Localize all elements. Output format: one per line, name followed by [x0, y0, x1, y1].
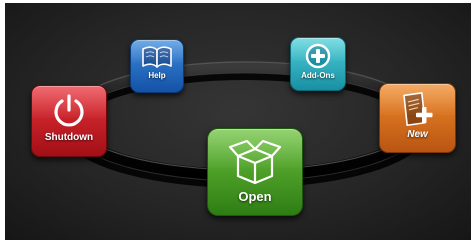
open-button[interactable]: Open — [207, 128, 303, 216]
shutdown-button[interactable]: Shutdown — [31, 85, 107, 157]
new-document-icon — [402, 92, 432, 127]
book-icon — [142, 46, 172, 68]
help-label: Help — [148, 71, 166, 80]
open-box-icon — [228, 139, 282, 185]
plus-circle-icon — [305, 43, 331, 69]
add-ons-label: Add-Ons — [301, 71, 335, 80]
launcher-menu: Help Add-Ons Shutdown New Open — [5, 3, 471, 240]
shutdown-label: Shutdown — [44, 132, 94, 143]
add-ons-button[interactable]: Add-Ons — [290, 37, 346, 91]
power-icon — [54, 94, 84, 127]
new-button[interactable]: New — [379, 83, 456, 153]
new-label: New — [407, 129, 428, 140]
open-label: Open — [238, 189, 272, 204]
help-button[interactable]: Help — [130, 39, 184, 93]
